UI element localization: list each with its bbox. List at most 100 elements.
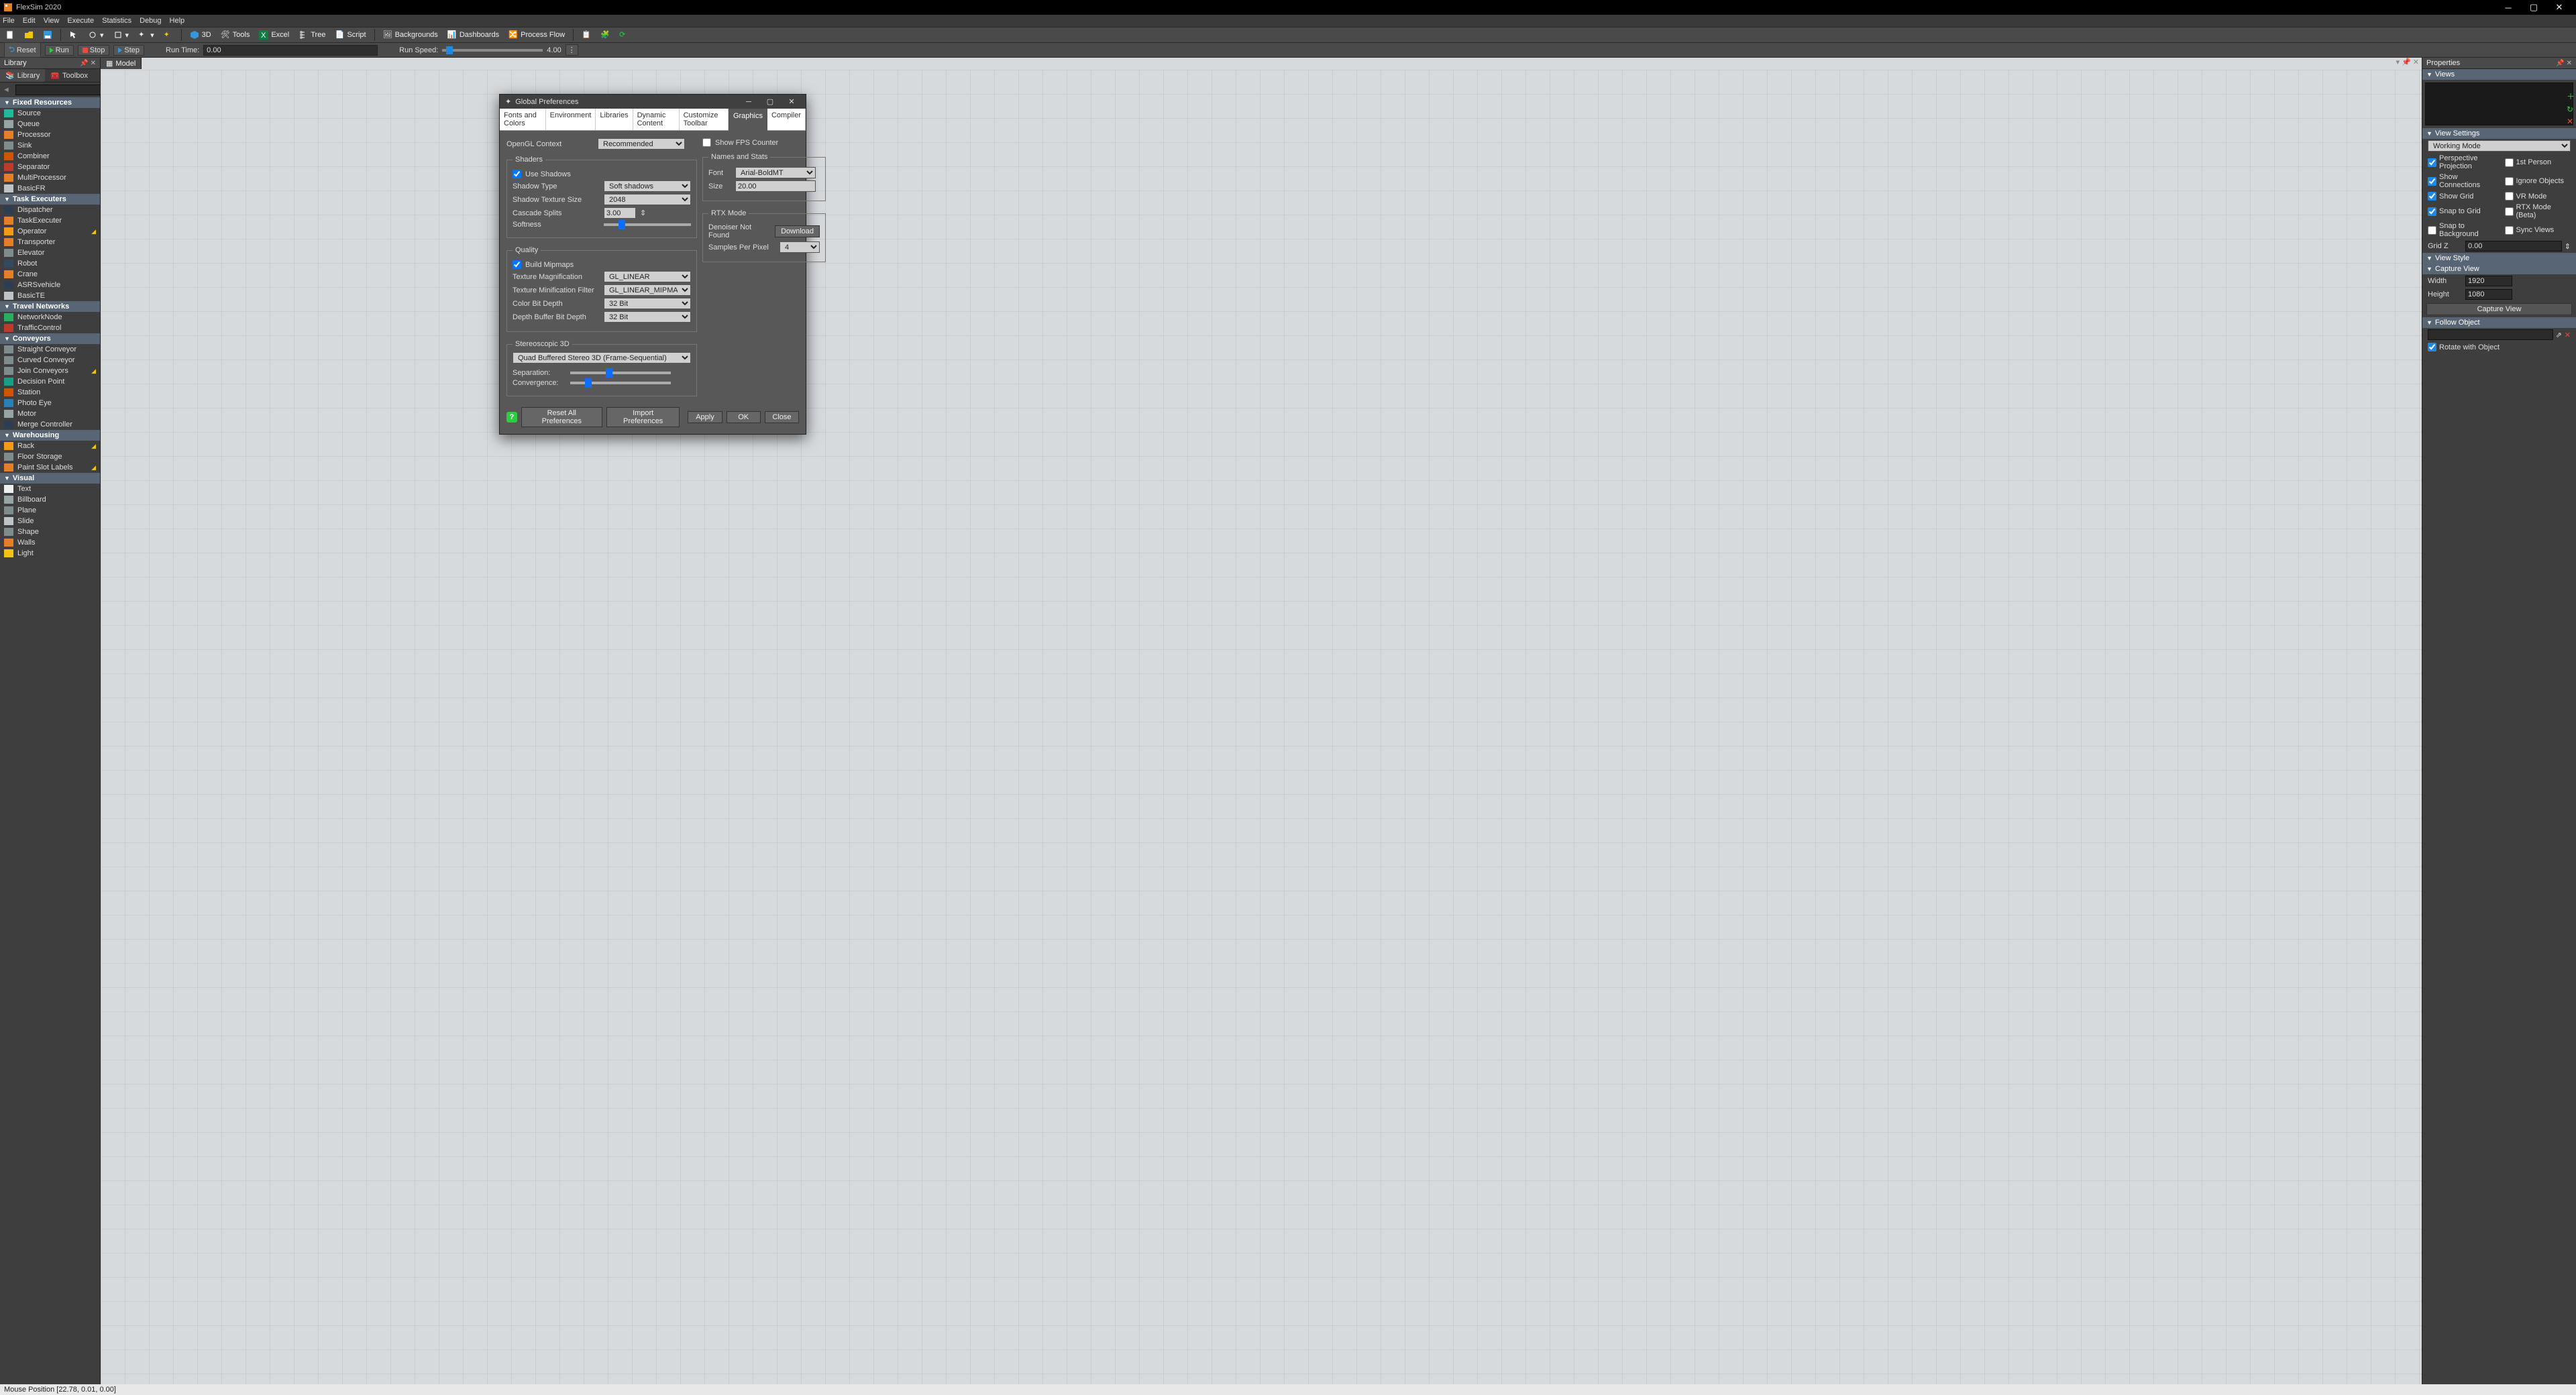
toolbox-tab[interactable]: 🧰 Toolbox — [45, 69, 93, 82]
libitem-curved-conveyor[interactable]: Curved Conveyor — [0, 355, 100, 366]
libitem-station[interactable]: Station — [0, 387, 100, 398]
runtime-input[interactable] — [203, 45, 378, 56]
window-maximize-button[interactable]: ▢ — [2521, 2, 2546, 13]
apply-button[interactable]: Apply — [688, 411, 722, 423]
library-search-input[interactable] — [15, 85, 112, 95]
step-button[interactable]: Step — [113, 45, 144, 56]
misc-a-button[interactable]: 📋 — [579, 30, 594, 40]
tool-d[interactable]: ✦▾ — [136, 30, 157, 40]
libitem-operator[interactable]: Operator◢ — [0, 226, 100, 237]
library-close-icon[interactable]: 📌 ✕ — [80, 60, 96, 67]
run-button[interactable]: Run — [45, 45, 74, 56]
libitem-multiprocessor[interactable]: MultiProcessor — [0, 172, 100, 183]
backgrounds-button[interactable]: 🖼Backgrounds — [380, 30, 441, 40]
libgroup-warehousing[interactable]: ▼Warehousing — [0, 430, 100, 441]
check-sync-views[interactable] — [2505, 226, 2514, 235]
check-perspective-projection[interactable] — [2428, 158, 2436, 167]
help-icon[interactable]: ? — [506, 412, 517, 423]
tool-e[interactable]: ✦ — [161, 30, 176, 40]
follow-link-icon[interactable]: ⇗ — [2556, 331, 2562, 339]
use-shadows-checkbox[interactable] — [513, 170, 521, 178]
libitem-walls[interactable]: Walls — [0, 537, 100, 548]
menu-execute[interactable]: Execute — [67, 17, 94, 25]
window-close-button[interactable]: ✕ — [2546, 2, 2572, 13]
stereo-mode-select[interactable]: Quad Buffered Stereo 3D (Frame-Sequentia… — [513, 352, 691, 364]
tree-button[interactable]: Tree — [296, 30, 328, 40]
views-refresh-icon[interactable]: ↻ — [2567, 105, 2575, 114]
texture-min-select[interactable]: GL_LINEAR_MIPMAP_LINEAR — [604, 284, 691, 296]
libgroup-visual[interactable]: ▼Visual — [0, 473, 100, 484]
tool-c[interactable]: ▾ — [111, 30, 132, 40]
pref-tab-customize-toolbar[interactable]: Customize Toolbar — [680, 109, 729, 130]
views-list[interactable] — [2425, 82, 2573, 125]
check-vr-mode[interactable] — [2505, 192, 2514, 201]
libitem-queue[interactable]: Queue — [0, 119, 100, 129]
libitem-dispatcher[interactable]: Dispatcher — [0, 205, 100, 215]
process-flow-button[interactable]: 🔀Process Flow — [506, 30, 568, 40]
shadow-texture-select[interactable]: 2048 — [604, 194, 691, 205]
pref-tab-dynamic-content[interactable]: Dynamic Content — [633, 109, 680, 130]
libitem-processor[interactable]: Processor — [0, 129, 100, 140]
misc-c-button[interactable]: ⟳ — [616, 30, 631, 40]
libitem-transporter[interactable]: Transporter — [0, 237, 100, 247]
views-add-icon[interactable]: ＋ — [2567, 91, 2575, 102]
dialog-close-button[interactable]: ✕ — [783, 97, 800, 106]
views-section[interactable]: Views — [2435, 70, 2455, 78]
softness-slider[interactable] — [604, 223, 691, 226]
model-tab[interactable]: ▦ Model — [101, 58, 142, 69]
menu-edit[interactable]: Edit — [23, 17, 36, 25]
libitem-asrsvehicle[interactable]: ASRSvehicle — [0, 280, 100, 290]
libgroup-conveyors[interactable]: ▼Conveyors — [0, 333, 100, 344]
views-delete-icon[interactable]: ✕ — [2567, 117, 2575, 126]
libitem-trafficcontrol[interactable]: TrafficControl — [0, 323, 100, 333]
dialog-maximize-button[interactable]: ▢ — [761, 97, 779, 106]
pointer-tool-button[interactable] — [66, 30, 81, 40]
font-size-input[interactable] — [735, 180, 816, 192]
gridz-input[interactable] — [2465, 241, 2562, 252]
follow-object-input[interactable] — [2428, 329, 2553, 340]
runspeed-step-button[interactable]: ⋮ — [566, 44, 578, 56]
gridz-spinner-icon[interactable]: ⇕ — [2565, 242, 2571, 251]
check-snap-to-grid[interactable] — [2428, 207, 2436, 216]
follow-object-section[interactable]: Follow Object — [2435, 319, 2480, 327]
pref-tab-compiler[interactable]: Compiler — [767, 109, 806, 130]
libitem-text[interactable]: Text — [0, 484, 100, 494]
libitem-taskexecuter[interactable]: TaskExecuter — [0, 215, 100, 226]
menu-help[interactable]: Help — [170, 17, 185, 25]
pref-tab-fonts-and-colors[interactable]: Fonts and Colors — [500, 109, 546, 130]
dashboards-button[interactable]: 📊Dashboards — [445, 30, 502, 40]
libitem-plane[interactable]: Plane — [0, 505, 100, 516]
check-show-connections[interactable] — [2428, 177, 2436, 186]
new-file-button[interactable] — [3, 30, 17, 40]
capture-view-section[interactable]: Capture View — [2435, 265, 2479, 273]
libitem-photo-eye[interactable]: Photo Eye — [0, 398, 100, 408]
check-snap-to-background[interactable] — [2428, 226, 2436, 235]
libitem-motor[interactable]: Motor — [0, 408, 100, 419]
libitem-floor-storage[interactable]: Floor Storage — [0, 451, 100, 462]
stop-button[interactable]: Stop — [78, 45, 110, 56]
menu-debug[interactable]: Debug — [140, 17, 161, 25]
libitem-networknode[interactable]: NetworkNode — [0, 312, 100, 323]
save-file-button[interactable] — [40, 30, 55, 40]
convergence-slider[interactable] — [570, 382, 671, 384]
menu-view[interactable]: View — [44, 17, 60, 25]
opengl-context-select[interactable]: Recommended — [598, 138, 685, 150]
libitem-slide[interactable]: Slide — [0, 516, 100, 526]
excel-button[interactable]: XExcel — [256, 30, 292, 40]
build-mipmaps-checkbox[interactable] — [513, 260, 521, 269]
view-settings-section[interactable]: View Settings — [2435, 129, 2479, 137]
shadow-type-select[interactable]: Soft shadows — [604, 180, 691, 192]
check-rtx-mode-(beta)[interactable] — [2505, 207, 2514, 216]
window-minimize-button[interactable]: ─ — [2496, 3, 2521, 13]
font-select[interactable]: Arial-BoldMT — [735, 167, 816, 178]
libitem-paint-slot-labels[interactable]: Paint Slot Labels◢ — [0, 462, 100, 473]
libitem-billboard[interactable]: Billboard — [0, 494, 100, 505]
import-preferences-button[interactable]: Import Preferences — [606, 407, 680, 427]
libitem-shape[interactable]: Shape — [0, 526, 100, 537]
close-button[interactable]: Close — [765, 411, 799, 423]
libitem-sink[interactable]: Sink — [0, 140, 100, 151]
libitem-merge-controller[interactable]: Merge Controller — [0, 419, 100, 430]
viewport-pin-icon[interactable]: ▾ 📌 ✕ — [2396, 58, 2419, 66]
open-file-button[interactable] — [21, 30, 36, 40]
view-style-section[interactable]: View Style — [2435, 254, 2469, 262]
